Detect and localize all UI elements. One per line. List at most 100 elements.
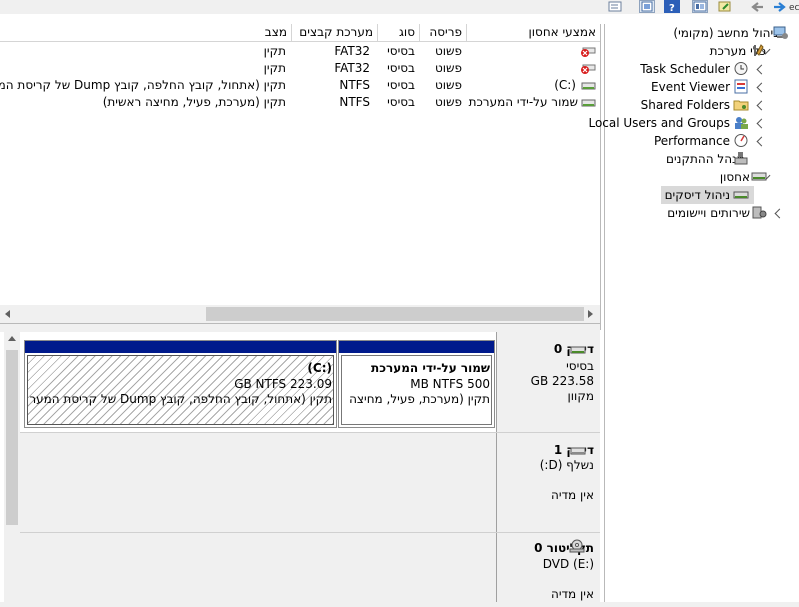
partition-status: תקין (מערכת, פעיל, מחיצה	[349, 392, 490, 406]
partition-title: (C:)	[307, 361, 332, 375]
disk-info[interactable]: דיסק 1 נשלף (D:) אין מדיה	[496, 433, 600, 532]
drive-icon	[580, 78, 596, 93]
cell-status: תקין	[263, 44, 286, 58]
partition-status: תקין (אתחול, קובץ החלפה, קובץ Dump של קר…	[29, 392, 332, 406]
tree-item-event-viewer[interactable]: Event Viewer	[651, 78, 730, 96]
dvd-drive-icon	[568, 539, 586, 556]
chevron-left-icon[interactable]	[756, 100, 767, 111]
chevron-left-icon[interactable]	[756, 118, 767, 129]
properties-icon[interactable]	[639, 0, 655, 13]
column-header-type[interactable]: סוג	[377, 24, 419, 41]
table-row[interactable]: שמור על-ידי המערכת פשוט בסיסי NTFS תקין …	[0, 94, 600, 111]
cell-type: בסיסי	[387, 61, 415, 75]
tree-item-computer-management[interactable]: ניהול מחשב (מקומי)	[616, 24, 796, 42]
disk-type: בסיסי	[566, 359, 594, 373]
performance-icon	[733, 133, 749, 148]
disk-row[interactable]: תקליטור 0 DVD (E:) אין מדיה	[20, 533, 600, 602]
column-header-volume[interactable]: אמצעי אחסון	[466, 24, 600, 41]
chevron-left-icon[interactable]	[774, 208, 785, 219]
cell-layout: פשוט	[434, 61, 462, 75]
tree-item-local-users[interactable]: Local Users and Groups	[588, 114, 730, 132]
cell-volume: שמור על-ידי המערכת	[468, 95, 578, 109]
cell-layout: פשוט	[434, 78, 462, 92]
cell-type: בסיסי	[387, 95, 415, 109]
partition-size: 223.09 GB NTFS	[234, 377, 332, 391]
tree-label: ניהול מחשב (מקומי)	[673, 26, 778, 40]
scrollbar-thumb[interactable]	[6, 350, 18, 525]
cell-status: תקין	[263, 61, 286, 75]
list-header: אמצעי אחסון פריסה סוג מערכת קבצים מצב	[0, 24, 600, 42]
tree-label: אחסון	[719, 170, 750, 184]
cell-type: בסיסי	[387, 44, 415, 58]
cell-layout: פשוט	[434, 44, 462, 58]
tree-item-task-scheduler[interactable]: Task Scheduler	[640, 60, 730, 78]
disk-status: אין מדיה	[550, 587, 594, 601]
disk-status: אין מדיה	[550, 488, 594, 502]
tree-item-performance[interactable]: Performance	[654, 132, 730, 150]
tree-item-disk-management[interactable]: ניהול דיסקים	[665, 186, 730, 204]
disk-row[interactable]: דיסק 0 בסיסי 223.58 GB מקוון שמור על-ידי…	[20, 332, 600, 433]
cell-status: תקין (מערכת, פעיל, מחיצה ראשית)	[102, 95, 286, 109]
partition-title: שמור על-ידי המערכת	[371, 361, 490, 375]
toolbar: ? ec	[0, 0, 799, 14]
tree-label: ניהול דיסקים	[664, 188, 730, 202]
export-icon[interactable]	[717, 0, 733, 13]
disk-management-icon	[733, 187, 749, 202]
scroll-up-icon[interactable]	[8, 336, 16, 341]
users-icon	[733, 115, 749, 130]
navigation-tree: ניהול מחשב (מקומי) כלי מערכת Task Schedu…	[588, 24, 799, 607]
clock-icon	[733, 61, 749, 76]
tree-label: Performance	[653, 134, 730, 148]
table-row[interactable]: (C:) פשוט בסיסי NTFS תקין (אתחול, קובץ ה…	[0, 77, 600, 94]
cell-layout: פשוט	[434, 95, 462, 109]
partition-reserved[interactable]: שמור על-ידי המערכת 500 MB NTFS תקין (מער…	[338, 340, 495, 428]
column-header-status[interactable]: מצב	[0, 24, 291, 41]
disk-icon	[570, 344, 586, 358]
chevron-left-icon[interactable]	[756, 64, 767, 75]
chevron-left-icon[interactable]	[756, 136, 767, 147]
computer-management-icon	[773, 25, 789, 40]
volume-list: אמצעי אחסון פריסה סוג מערכת קבצים מצב פש…	[0, 24, 601, 330]
scrollbar-thumb[interactable]	[206, 307, 584, 321]
disk-type: DVD (E:)	[542, 557, 594, 571]
forward-icon[interactable]	[771, 0, 787, 13]
help-icon[interactable]: ?	[664, 0, 680, 14]
event-viewer-icon	[733, 79, 749, 94]
table-row[interactable]: פשוט בסיסי FAT32 תקין	[0, 43, 600, 60]
tree-label: Event Viewer	[651, 80, 730, 94]
disk-empty-area	[20, 433, 496, 532]
chevron-left-icon[interactable]	[756, 82, 767, 93]
back-icon[interactable]	[748, 0, 764, 13]
view-icon[interactable]	[692, 0, 708, 13]
svg-text:?: ?	[669, 3, 675, 12]
disk-info[interactable]: תקליטור 0 DVD (E:) אין מדיה	[496, 533, 600, 602]
column-header-layout[interactable]: פריסה	[419, 24, 466, 41]
status-strip	[0, 602, 799, 607]
disk-info[interactable]: דיסק 0 בסיסי 223.58 GB מקוון	[496, 332, 600, 432]
partition-c[interactable]: (C:) 223.09 GB NTFS תקין (אתחול, קובץ הח…	[24, 340, 337, 428]
cell-type: בסיסי	[387, 78, 415, 92]
disk-row[interactable]: דיסק 1 נשלף (D:) אין מדיה	[20, 433, 600, 533]
horizontal-scrollbar[interactable]	[0, 305, 600, 323]
drive-icon	[580, 95, 596, 110]
partition-bar	[25, 341, 336, 353]
tree-label: Shared Folders	[640, 98, 730, 112]
services-icon	[751, 205, 767, 220]
error-volume-icon	[580, 61, 596, 76]
tree-label: Task Scheduler	[640, 62, 730, 76]
toolbar-edge-text: ec	[789, 3, 799, 13]
vertical-scrollbar[interactable]	[4, 332, 20, 602]
table-row[interactable]: פשוט בסיסי FAT32 תקין	[0, 60, 600, 77]
tree-item-services[interactable]: שירותים ויישומים	[667, 204, 750, 222]
column-header-filesystem[interactable]: מערכת קבצים	[291, 24, 377, 41]
shared-folder-icon	[733, 97, 749, 112]
partial-icon[interactable]	[607, 0, 623, 13]
scroll-left-icon[interactable]	[5, 310, 10, 318]
scroll-right-icon[interactable]	[588, 310, 593, 318]
system-tools-icon	[751, 43, 767, 58]
tree-item-storage[interactable]: אחסון	[720, 168, 750, 186]
tree-item-shared-folders[interactable]: Shared Folders	[641, 96, 730, 114]
cell-volume: (C:)	[554, 78, 576, 92]
tree-label: Local Users and Groups	[588, 116, 730, 130]
storage-icon	[751, 169, 767, 184]
